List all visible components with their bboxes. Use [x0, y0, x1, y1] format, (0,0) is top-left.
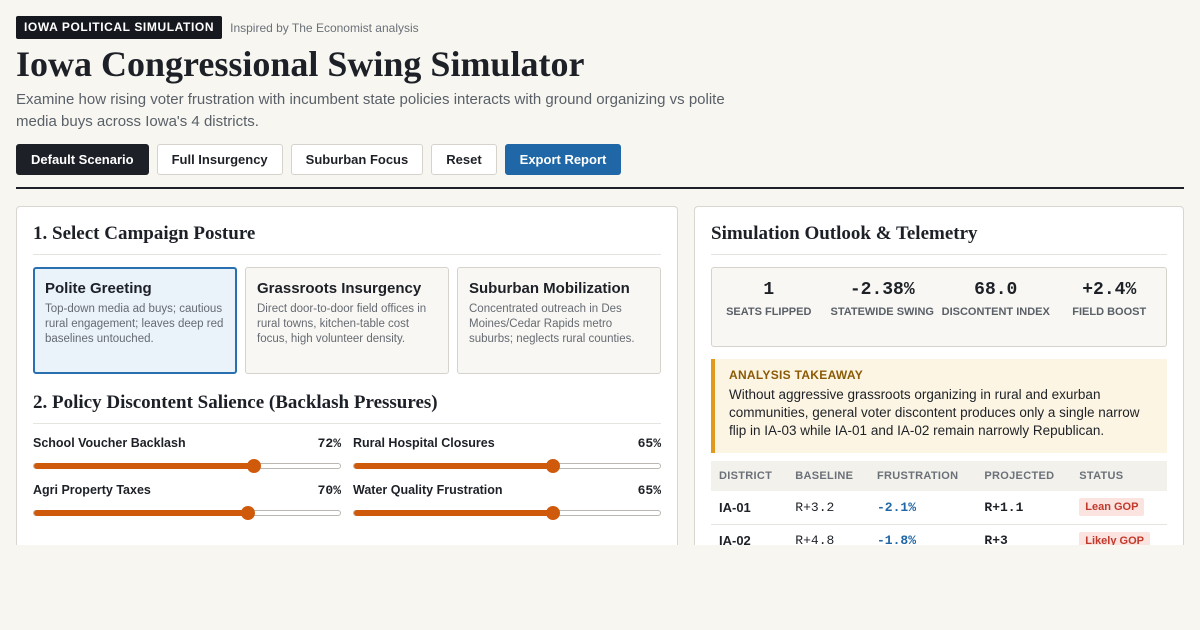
- posture-card-desc: Concentrated outreach in Des Moines/Ceda…: [469, 303, 635, 345]
- slider-fill: [34, 463, 255, 469]
- status-cell: Lean GOP: [1071, 491, 1167, 525]
- slider-fill: [34, 510, 249, 516]
- main-columns: 1. Select Campaign Posture Polite Greeti…: [16, 206, 1184, 545]
- stat-seats-flipped: 1 SEATS FLIPPED: [712, 280, 826, 346]
- frustration-cell: -1.8%: [869, 524, 977, 545]
- posture-card-title: Grassroots Insurgency: [257, 280, 422, 297]
- posture-card-desc: Direct door-to-door field offices in rur…: [257, 303, 427, 345]
- column-header: STATUS: [1079, 470, 1124, 482]
- scenario-toolbar: Default Scenario Full Insurgency Suburba…: [16, 144, 1184, 175]
- posture-card-grassroots-insurgency[interactable]: Grassroots Insurgency Direct door-to-doo…: [245, 267, 449, 374]
- district-table: DISTRICT BASELINE FRUSTRATION PROJECTED …: [711, 461, 1167, 545]
- projected-cell: R+1.1: [976, 491, 1072, 525]
- full-insurgency-button[interactable]: Full Insurgency: [156, 144, 283, 175]
- stat-label: DISCONTENT INDEX: [941, 306, 1050, 318]
- posture-card-title: Polite Greeting: [45, 280, 152, 297]
- status-badge: Likely GOP: [1079, 531, 1150, 545]
- slider-thumb[interactable]: [545, 459, 560, 473]
- slider-head: Agri Property Taxes 70%: [33, 483, 341, 498]
- column-header: BASELINE: [795, 470, 854, 482]
- slider-thumb[interactable]: [241, 506, 256, 520]
- slider-head: Rural Hospital Closures 65%: [353, 436, 661, 451]
- status-badge: Lean GOP: [1079, 498, 1145, 517]
- stat-statewide-swing: -2.38% STATEWIDE SWING: [826, 280, 940, 346]
- stat-label: STATEWIDE SWING: [830, 306, 934, 318]
- inspired-note: Inspired by The Economist analysis: [230, 20, 419, 35]
- slider-track[interactable]: [33, 506, 341, 520]
- posture-cards: Polite Greeting Top-down media ad buys; …: [33, 267, 661, 374]
- slider-fill: [354, 510, 553, 516]
- reset-button[interactable]: Reset: [431, 144, 497, 175]
- status-cell: Likely GOP: [1071, 524, 1167, 545]
- page: IOWA POLITICAL SIMULATION Inspired by Th…: [16, 16, 1184, 545]
- stat-value: 1: [763, 280, 775, 300]
- slider-value: 65%: [637, 483, 661, 498]
- slider-head: School Voucher Backlash 72%: [33, 436, 341, 451]
- stat-label: FIELD BOOST: [1072, 306, 1147, 318]
- discontent-sliders: School Voucher Backlash 72% Rural Hospit…: [33, 436, 661, 520]
- slider-track[interactable]: [353, 459, 661, 473]
- outlook-panel: Simulation Outlook & Telemetry 1 SEATS F…: [694, 206, 1184, 545]
- slider-track[interactable]: [33, 459, 341, 473]
- slider-thumb[interactable]: [247, 459, 262, 473]
- telemetry-stats: 1 SEATS FLIPPED -2.38% STATEWIDE SWING 6…: [711, 267, 1167, 347]
- stat-value: 68.0: [974, 280, 1018, 300]
- projected-cell: R+3: [976, 524, 1072, 545]
- district-cell: IA-02: [711, 524, 788, 545]
- slider-label: Water Quality Frustration: [353, 483, 503, 497]
- slider-school-voucher-backlash: School Voucher Backlash 72%: [33, 436, 341, 473]
- district-cell: IA-01: [711, 491, 788, 525]
- table-row: IA-01 R+3.2 -2.1% R+1.1 Lean GOP: [711, 491, 1167, 525]
- slider-track[interactable]: [353, 506, 661, 520]
- slider-value: 65%: [637, 436, 661, 451]
- baseline-cell: R+3.2: [787, 491, 869, 525]
- page-title: Iowa Congressional Swing Simulator: [16, 44, 585, 84]
- posture-heading: 1. Select Campaign Posture: [33, 223, 661, 255]
- suburban-focus-button[interactable]: Suburban Focus: [290, 144, 424, 175]
- section-tag: IOWA POLITICAL SIMULATION: [16, 16, 223, 39]
- stat-label: SEATS FLIPPED: [726, 306, 812, 318]
- stat-discontent-index: 68.0 DISCONTENT INDEX: [939, 280, 1053, 346]
- frustration-cell: -2.1%: [869, 491, 977, 525]
- table-header-row: DISTRICT BASELINE FRUSTRATION PROJECTED …: [711, 461, 1167, 491]
- export-report-button[interactable]: Export Report: [504, 144, 622, 175]
- stat-field-boost: +2.4% FIELD BOOST: [1053, 280, 1167, 346]
- slider-label: Agri Property Taxes: [33, 483, 151, 497]
- slider-label: School Voucher Backlash: [33, 436, 186, 450]
- default-scenario-button[interactable]: Default Scenario: [16, 144, 149, 175]
- discontent-heading: 2. Policy Discontent Salience (Backlash …: [33, 392, 661, 424]
- slider-head: Water Quality Frustration 65%: [353, 483, 661, 498]
- slider-agri-property-taxes: Agri Property Taxes 70%: [33, 483, 341, 520]
- takeaway-title: ANALYSIS TAKEAWAY: [729, 368, 864, 382]
- column-header: DISTRICT: [719, 470, 773, 482]
- slider-value: 70%: [317, 483, 341, 498]
- stat-value: -2.38%: [849, 280, 915, 300]
- posture-card-polite-greeting[interactable]: Polite Greeting Top-down media ad buys; …: [33, 267, 237, 374]
- header-divider: [16, 187, 1184, 189]
- controls-panel: 1. Select Campaign Posture Polite Greeti…: [16, 206, 678, 545]
- posture-card-suburban-mobilization[interactable]: Suburban Mobilization Concentrated outre…: [457, 267, 661, 374]
- takeaway-text: Without aggressive grassroots organizing…: [729, 387, 1140, 438]
- outlook-heading: Simulation Outlook & Telemetry: [711, 223, 1167, 255]
- slider-label: Rural Hospital Closures: [353, 436, 495, 450]
- posture-card-title: Suburban Mobilization: [469, 280, 630, 297]
- stat-value: +2.4%: [1082, 280, 1137, 300]
- posture-card-desc: Top-down media ad buys; cautious rural e…: [45, 303, 224, 345]
- slider-rural-hospital-closures: Rural Hospital Closures 65%: [353, 436, 661, 473]
- page-subtitle: Examine how rising voter frustration wit…: [16, 91, 725, 130]
- slider-thumb[interactable]: [545, 506, 560, 520]
- slider-water-quality-frustration: Water Quality Frustration 65%: [353, 483, 661, 520]
- table-row: IA-02 R+4.8 -1.8% R+3 Likely GOP: [711, 524, 1167, 545]
- column-header: FRUSTRATION: [877, 470, 959, 482]
- baseline-cell: R+4.8: [787, 524, 869, 545]
- slider-value: 72%: [317, 436, 341, 451]
- analysis-takeaway: ANALYSIS TAKEAWAY Without aggressive gra…: [711, 359, 1167, 453]
- slider-fill: [354, 463, 553, 469]
- header-top: IOWA POLITICAL SIMULATION Inspired by Th…: [16, 16, 1184, 39]
- column-header: PROJECTED: [984, 470, 1055, 482]
